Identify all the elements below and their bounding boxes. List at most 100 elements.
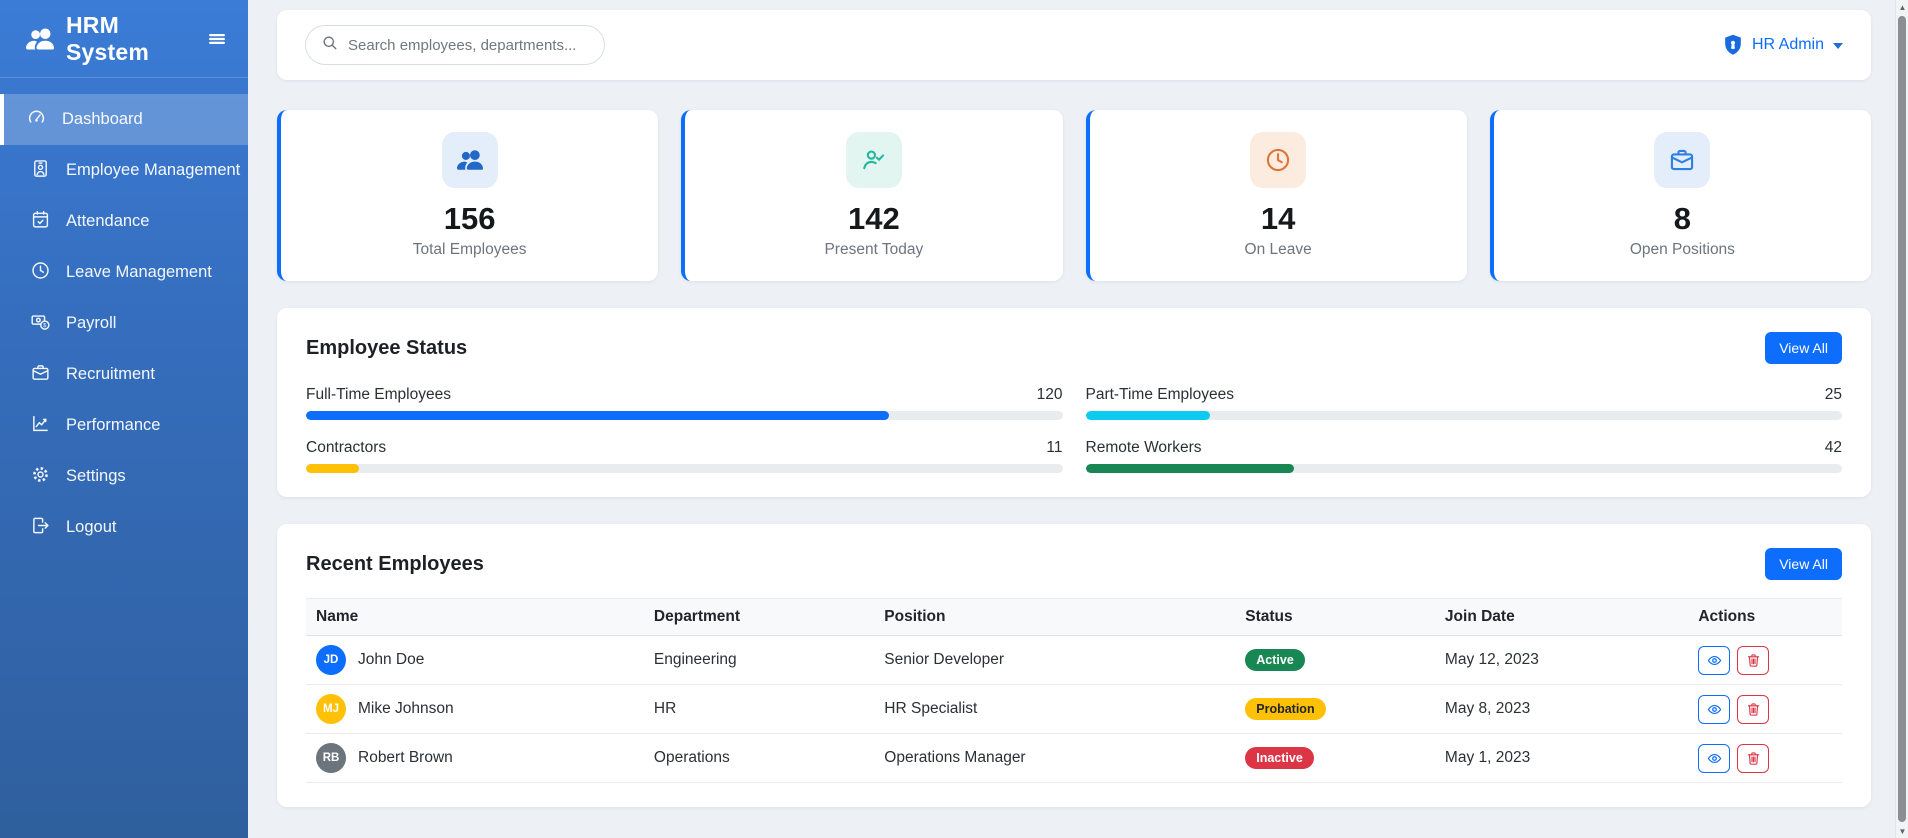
logout-icon [31,516,50,540]
sidebar: HRM System Dashboard Employee Management… [0,0,248,838]
progress-contractors: Contractors 11 [306,439,1063,473]
employee-name: Robert Brown [358,749,453,767]
view-employee-button[interactable] [1698,695,1730,724]
sidebar-item-dashboard[interactable]: Dashboard [0,94,248,145]
stat-value: 8 [1674,202,1691,236]
briefcase-icon [31,363,50,387]
shield-icon [1723,34,1743,56]
sidebar-item-label: Payroll [66,314,116,333]
sidebar-item-label: Settings [66,467,126,486]
employee-status-view-all-button[interactable]: View All [1765,332,1842,364]
stat-card-open-positions: 8 Open Positions [1490,110,1871,281]
briefcase-icon [1654,132,1710,188]
progress-track [1086,411,1843,420]
main-content: HR Admin 156 Total Employees 142 Present… [248,0,1884,838]
app-title: HRM System [66,12,194,66]
progress-label: Full-Time Employees [306,386,451,404]
scrollbar: ▲ ▼ [1895,0,1908,838]
stat-card-present-today: 142 Present Today [681,110,1062,281]
sidebar-item-payroll[interactable]: $ Payroll [0,298,248,349]
people-icon [442,132,498,188]
employee-status-grid: Full-Time Employees 120 Part-Time Employ… [306,386,1842,473]
table-row: JD John Doe Engineering Senior Developer… [306,636,1842,685]
column-header-name: Name [306,599,644,636]
employee-department: HR [644,685,874,734]
sidebar-item-label: Logout [66,518,116,537]
employee-position: Senior Developer [874,636,1235,685]
sidebar-nav: Dashboard Employee Management Attendance… [0,94,248,553]
progress-fill [1086,411,1211,420]
scroll-up-arrow[interactable]: ▲ [1896,0,1908,14]
search-box[interactable] [305,25,605,65]
employees-table: Name Department Position Status Join Dat… [306,598,1842,783]
employee-position: Operations Manager [874,734,1235,783]
delete-employee-button[interactable] [1737,695,1769,724]
stat-value: 14 [1261,202,1295,236]
view-employee-button[interactable] [1698,646,1730,675]
employee-name: Mike Johnson [358,700,454,718]
status-badge: Inactive [1245,747,1314,770]
sidebar-item-performance[interactable]: Performance [0,400,248,451]
progress-full-time: Full-Time Employees 120 [306,386,1063,420]
sidebar-item-attendance[interactable]: Attendance [0,196,248,247]
recent-employees-title: Recent Employees [306,553,484,576]
progress-fill [1086,464,1294,473]
avatar: RB [316,743,346,773]
sidebar-item-logout[interactable]: Logout [0,502,248,553]
avatar: MJ [316,694,346,724]
topbar: HR Admin [277,10,1871,80]
brand: HRM System [0,0,248,78]
svg-text:$: $ [43,322,46,328]
graph-up-icon [31,414,50,438]
delete-employee-button[interactable] [1737,744,1769,773]
employee-position: HR Specialist [874,685,1235,734]
sidebar-item-settings[interactable]: Settings [0,451,248,502]
user-menu[interactable]: HR Admin [1723,34,1843,56]
recent-employees-view-all-button[interactable]: View All [1765,548,1842,580]
stat-cards: 156 Total Employees 142 Present Today 14… [277,110,1871,281]
search-input[interactable] [348,37,588,54]
scroll-down-arrow[interactable]: ▼ [1896,824,1908,838]
progress-label: Remote Workers [1086,439,1202,457]
column-header-actions: Actions [1688,599,1842,636]
employee-join-date: May 8, 2023 [1435,685,1688,734]
calendar-check-icon [31,210,50,234]
progress-value: 42 [1825,439,1842,457]
scrollbar-thumb[interactable] [1898,16,1906,822]
employee-join-date: May 12, 2023 [1435,636,1688,685]
column-header-department: Department [644,599,874,636]
search-icon [322,35,338,56]
menu-toggle-icon[interactable] [206,28,228,50]
sidebar-item-employee-management[interactable]: Employee Management [0,145,248,196]
view-employee-button[interactable] [1698,744,1730,773]
progress-label: Part-Time Employees [1086,386,1234,404]
stat-value: 142 [848,202,900,236]
progress-track [306,464,1063,473]
progress-fill [306,464,359,473]
sidebar-item-label: Performance [66,416,160,435]
column-header-join-date: Join Date [1435,599,1688,636]
employee-department: Operations [644,734,874,783]
employee-name: John Doe [358,651,424,669]
delete-employee-button[interactable] [1737,646,1769,675]
progress-value: 25 [1825,386,1842,404]
sidebar-item-label: Dashboard [62,110,143,129]
status-badge: Active [1245,649,1305,672]
sidebar-item-label: Employee Management [66,161,240,180]
progress-value: 120 [1037,386,1063,404]
employee-join-date: May 1, 2023 [1435,734,1688,783]
sidebar-item-recruitment[interactable]: Recruitment [0,349,248,400]
progress-value: 11 [1046,439,1062,457]
stat-label: Total Employees [413,241,527,259]
column-header-position: Position [874,599,1235,636]
clock-icon [31,261,50,285]
clock-icon [1250,132,1306,188]
cash-coin-icon: $ [31,312,50,336]
people-logo-icon [26,25,54,53]
chevron-down-icon [1833,43,1843,49]
sidebar-item-leave-management[interactable]: Leave Management [0,247,248,298]
column-header-status: Status [1235,599,1435,636]
progress-remote-workers: Remote Workers 42 [1086,439,1843,473]
sidebar-item-label: Leave Management [66,263,212,282]
progress-track [1086,464,1843,473]
